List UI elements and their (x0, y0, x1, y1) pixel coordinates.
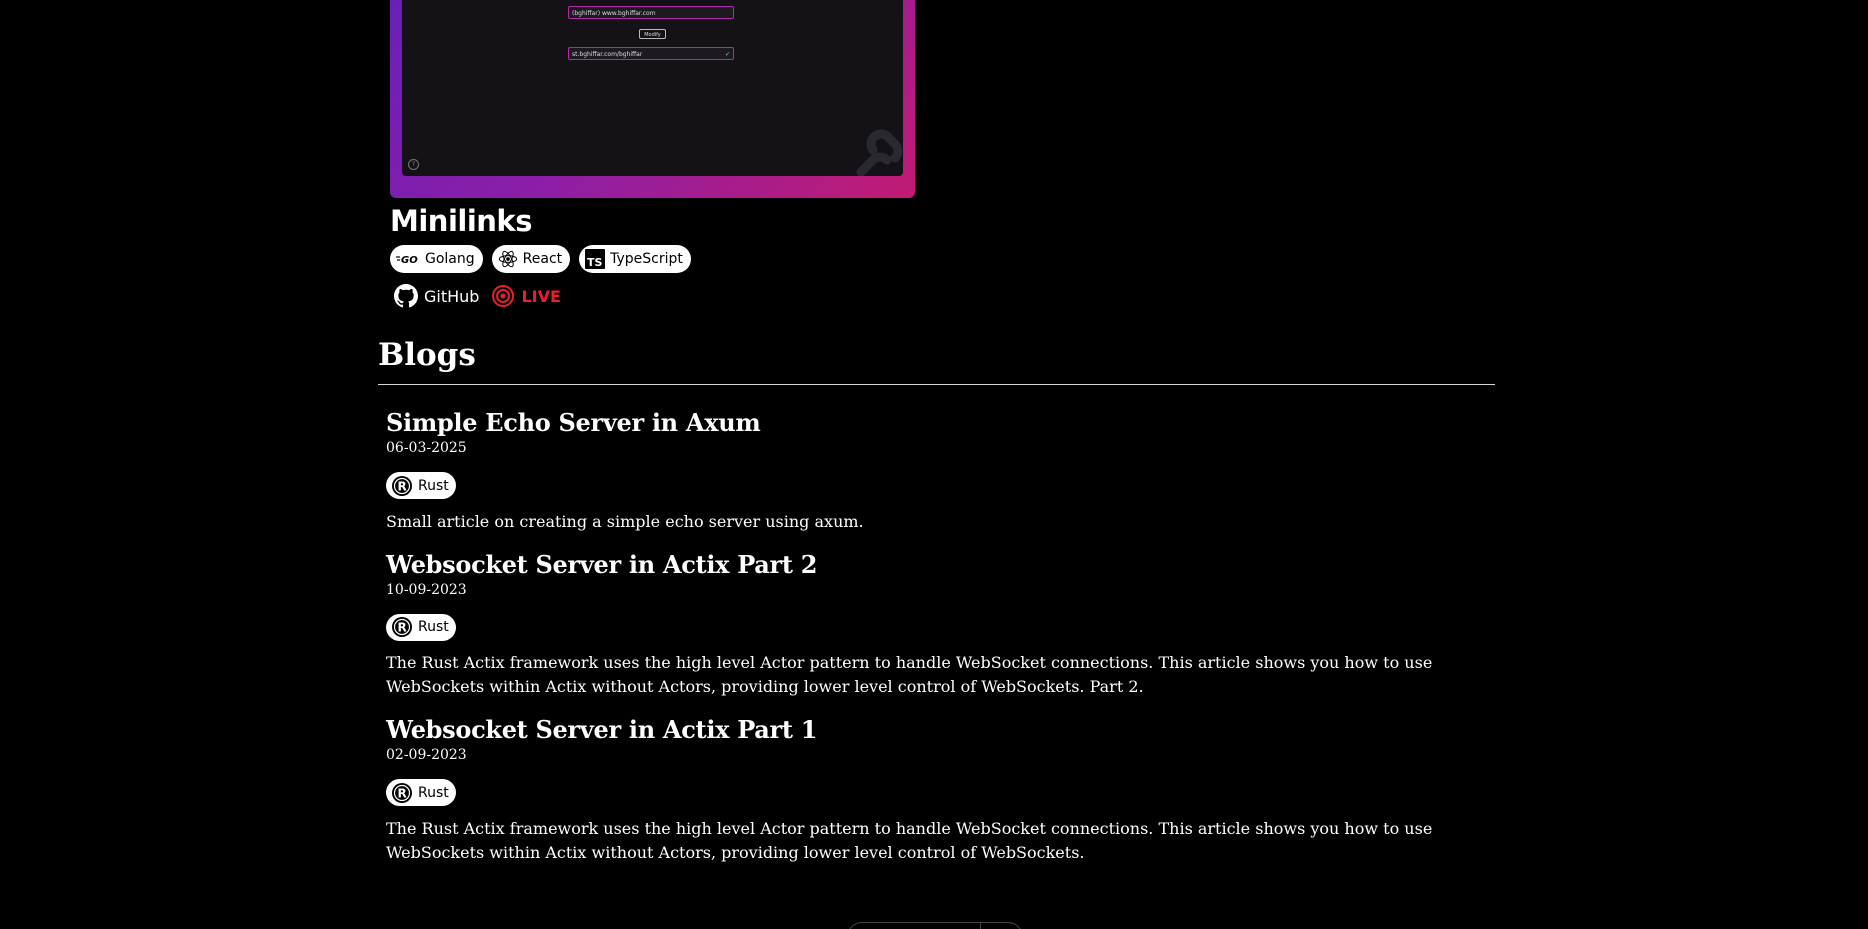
preview-url-input: (bghiffar) www.bghiffar.com (568, 6, 734, 19)
tag-badge-rust: R Rust (386, 613, 456, 641)
svg-text:R: R (398, 479, 407, 493)
github-icon (394, 284, 418, 308)
blog-post: Simple Echo Server in Axum 06-03-2025 R … (386, 408, 1495, 534)
help-icon: ? (408, 159, 419, 170)
svg-text:R: R (398, 786, 407, 800)
typescript-icon: TS (585, 249, 606, 269)
github-link[interactable]: GitHub (394, 284, 479, 308)
blogs-section: Blogs Simple Echo Server in Axum 06-03-2… (378, 334, 1495, 865)
blog-post-title[interactable]: Websocket Server in Actix Part 1 (386, 715, 1495, 745)
link-watermark-icon (856, 129, 903, 176)
rust-icon: R (392, 782, 412, 803)
svg-text:R: R (398, 621, 407, 635)
tech-badge-label: TypeScript (610, 251, 683, 267)
blogs-heading: Blogs (378, 337, 476, 373)
preview-modify-button: Modify (639, 29, 666, 39)
pagination-divider (980, 923, 981, 929)
blog-post-title[interactable]: Websocket Server in Actix Part 2 (386, 550, 1495, 580)
blog-post-date: 02-09-2023 (386, 747, 467, 763)
blog-post-date: 06-03-2025 (386, 440, 467, 456)
blog-post: Websocket Server in Actix Part 1 02-09-2… (386, 715, 1495, 865)
tech-badge-label: Golang (425, 251, 475, 267)
page: (bghiffar) www.bghiffar.com Modify st.bg… (0, 0, 1868, 929)
tech-badge-react: React (491, 245, 571, 273)
tag-badge-rust: R Rust (386, 472, 456, 499)
tech-badge-label: React (522, 251, 563, 267)
project-links: GitHub LIVE (394, 284, 915, 308)
blog-post-description: The Rust Actix framework uses the high l… (386, 653, 1433, 696)
live-broadcast-icon (492, 285, 515, 307)
project-title: Minilinks (390, 204, 532, 238)
divider (378, 384, 1495, 385)
tag-label: Rust (418, 619, 449, 635)
tag-label: Rust (418, 784, 449, 801)
tag-badge-rust: R Rust (386, 779, 456, 806)
rust-icon: R (392, 617, 412, 637)
tag-label: Rust (418, 477, 449, 494)
live-label: LIVE (521, 286, 561, 306)
check-icon: ✓ (724, 51, 730, 58)
blog-post-description: The Rust Actix framework uses the high l… (386, 818, 1433, 862)
blog-post-title[interactable]: Simple Echo Server in Axum (386, 408, 1495, 438)
tech-badge-typescript: TS TypeScript (579, 245, 691, 273)
react-icon (498, 250, 517, 268)
project-screenshot[interactable]: (bghiffar) www.bghiffar.com Modify st.bg… (390, 0, 915, 198)
svg-text:GO: GO (401, 255, 418, 265)
blog-post-description: Small article on creating a simple echo … (386, 511, 864, 531)
project-card: (bghiffar) www.bghiffar.com Modify st.bg… (390, 0, 915, 308)
pagination[interactable] (847, 922, 1023, 929)
tech-badge-golang: GO Golang (390, 245, 483, 273)
svg-text:TS: TS (587, 256, 603, 269)
golang-icon: GO (396, 255, 418, 265)
tech-badges: GO Golang React TS TypeScript (390, 245, 915, 273)
rust-icon: R (392, 475, 412, 496)
blog-post: Websocket Server in Actix Part 2 10-09-2… (386, 550, 1495, 700)
blog-post-date: 10-09-2023 (386, 581, 467, 598)
preview-result-field: st.bghiffar.com/bghiffar ✓ (568, 47, 734, 60)
github-label: GitHub (424, 286, 480, 306)
live-link[interactable]: LIVE (491, 284, 561, 308)
preview-result-text: st.bghiffar.com/bghiffar (572, 51, 643, 58)
screenshot-app-preview: (bghiffar) www.bghiffar.com Modify st.bg… (402, 0, 903, 176)
